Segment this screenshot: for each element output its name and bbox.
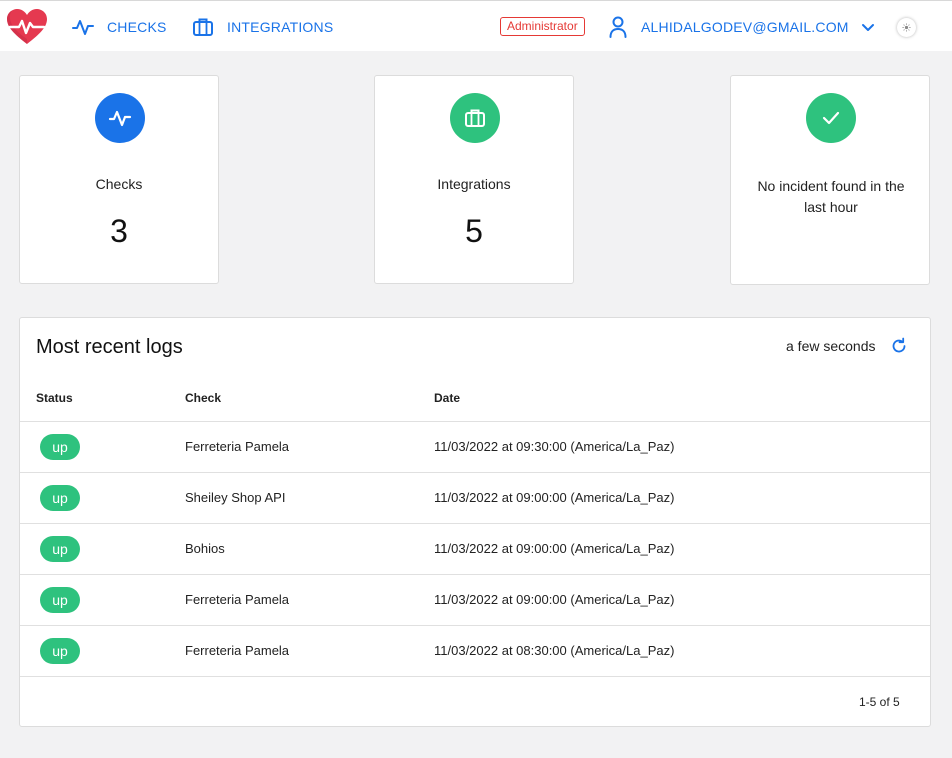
incidents-message: No incident found in the last hour [757, 178, 905, 215]
incidents-icon-circle [806, 93, 856, 143]
table-row[interactable]: up Bohios 11/03/2022 at 09:00:00 (Americ… [20, 524, 930, 575]
pagination-info: 1-5 of 5 [859, 695, 900, 709]
integrations-count: 5 [465, 213, 483, 249]
table-row[interactable]: up Ferreteria Pamela 11/03/2022 at 09:00… [20, 575, 930, 626]
integrations-card-label: Integrations [437, 176, 511, 192]
checks-icon-circle [95, 93, 145, 143]
status-badge: up [40, 485, 80, 511]
heart-logo-icon[interactable] [6, 8, 48, 46]
log-date: 11/03/2022 at 09:00:00 (America/La_Paz) [434, 592, 675, 607]
column-header-date[interactable]: Date [434, 391, 460, 405]
table-row[interactable]: up Ferreteria Pamela 11/03/2022 at 08:30… [20, 626, 930, 677]
top-bar: CHECKS INTEGRATIONS Administrator ALHIDA… [0, 0, 952, 51]
log-date: 11/03/2022 at 09:30:00 (America/La_Paz) [434, 439, 675, 454]
column-header-check[interactable]: Check [185, 391, 221, 405]
nav-integrations[interactable]: INTEGRATIONS [192, 1, 333, 52]
check-icon [822, 111, 840, 125]
log-date: 11/03/2022 at 08:30:00 (America/La_Paz) [434, 643, 675, 658]
activity-icon [108, 110, 132, 127]
check-name: Ferreteria Pamela [185, 592, 290, 607]
nav-checks-label: CHECKS [107, 18, 167, 35]
nav-checks[interactable]: CHECKS [72, 1, 167, 52]
checks-card-label: Checks [95, 176, 143, 192]
activity-icon [72, 19, 94, 35]
check-name: Ferreteria Pamela [185, 643, 290, 658]
status-badge: up [40, 536, 80, 562]
log-date: 11/03/2022 at 09:00:00 (America/La_Paz) [434, 541, 675, 556]
role-badge: Administrator [500, 17, 585, 36]
status-badge: up [40, 638, 80, 664]
user-menu[interactable]: ALHIDALGODEV@GMAIL.COM [609, 1, 875, 52]
checks-count: 3 [110, 213, 128, 249]
status-badge: up [40, 587, 80, 613]
logs-updated-time: a few seconds [786, 338, 876, 354]
user-icon [609, 16, 627, 38]
integrations-card[interactable]: Integrations 5 [374, 75, 574, 284]
column-header-status[interactable]: Status [36, 391, 73, 405]
recent-logs-panel: Most recent logs a few seconds Status Ch… [19, 317, 931, 727]
logs-table-header: Status Check Date [20, 388, 930, 422]
check-name: Bohios [185, 541, 225, 556]
logs-title: Most recent logs [36, 336, 183, 358]
nav-integrations-label: INTEGRATIONS [227, 18, 334, 35]
incidents-card: No incident found in the last hour [730, 75, 930, 285]
log-date: 11/03/2022 at 09:00:00 (America/La_Paz) [434, 490, 675, 505]
status-badge: up [40, 434, 80, 460]
briefcase-icon [193, 18, 213, 36]
table-row[interactable]: up Sheiley Shop API 11/03/2022 at 09:00:… [20, 473, 930, 524]
check-name: Ferreteria Pamela [185, 439, 290, 454]
theme-toggle-button[interactable] [897, 18, 916, 37]
chevron-down-icon [861, 23, 874, 31]
checks-card[interactable]: Checks 3 [19, 75, 219, 284]
refresh-icon[interactable] [890, 337, 908, 355]
user-email: ALHIDALGODEV@GMAIL.COM [641, 18, 849, 35]
integrations-icon-circle [450, 93, 500, 143]
briefcase-icon [465, 109, 485, 127]
check-name: Sheiley Shop API [185, 490, 286, 505]
table-row[interactable]: up Ferreteria Pamela 11/03/2022 at 09:30… [20, 422, 930, 473]
sun-icon [902, 23, 911, 32]
